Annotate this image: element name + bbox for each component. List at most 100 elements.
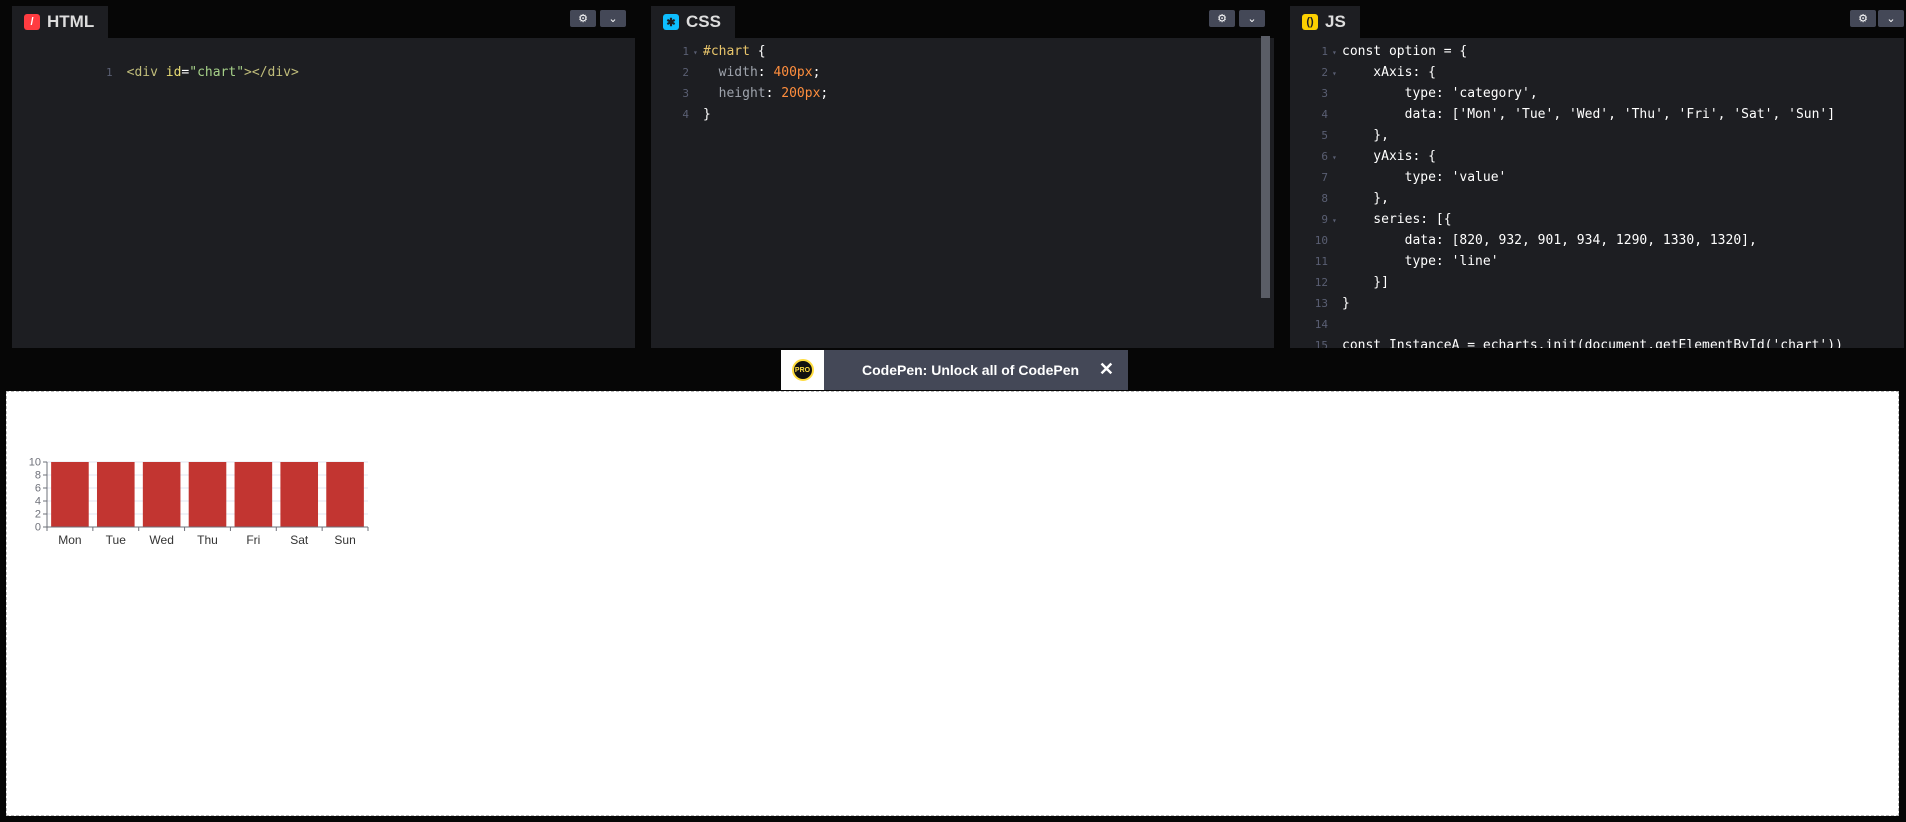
x-tick-label: Tue	[106, 533, 127, 547]
code-text: }	[1342, 296, 1350, 311]
bar	[234, 462, 273, 527]
line-number: 1	[1321, 45, 1328, 58]
line-number: 1	[682, 45, 689, 58]
html-attr: id	[165, 65, 182, 80]
css-tab[interactable]: ✱ CSS	[651, 6, 735, 38]
line-number: 7	[1321, 171, 1328, 184]
html-attr-value: "chart"	[189, 65, 245, 80]
line-number: 1	[106, 66, 113, 79]
y-tick-label: 0	[35, 522, 41, 534]
line-number: 6	[1321, 150, 1328, 163]
pro-logo-text: PRO	[791, 359, 814, 381]
css-tab-bar	[651, 6, 1274, 38]
html-tab[interactable]: / HTML	[12, 6, 109, 38]
html-collapse-button[interactable]: ⌄	[600, 10, 626, 27]
y-tick-label: 4	[35, 496, 41, 508]
code-line: 1 <div id="chart"></div>	[12, 41, 635, 80]
css-tab-label: CSS	[686, 12, 721, 31]
css-value: 400px	[773, 65, 813, 80]
css-property: height	[718, 86, 766, 101]
banner-text[interactable]: CodePen: Unlock all of CodePen	[862, 362, 1079, 378]
code-line: 3 type: 'category',	[1290, 83, 1904, 104]
code-text: type: 'line'	[1342, 254, 1499, 269]
css-brace: {	[749, 44, 766, 59]
code-line: 4}	[651, 104, 1274, 125]
bar	[51, 462, 89, 527]
code-line: 15 const InstanceA = echarts.init(documen…	[1290, 335, 1904, 348]
code-line: 5 },	[1290, 125, 1904, 146]
line-number: 5	[1321, 129, 1328, 142]
code-text: }]	[1342, 275, 1389, 290]
y-tick-label: 8	[35, 470, 41, 482]
line-number: 2	[1321, 66, 1328, 79]
pane-divider[interactable]	[1274, 0, 1288, 350]
code-line: 3 height: 200px;	[651, 83, 1274, 104]
line-number: 4	[682, 108, 689, 121]
css-icon: ✱	[663, 14, 679, 30]
html-open-tag: <div	[126, 65, 158, 80]
code-line: 7 type: 'value'	[1290, 167, 1904, 188]
code-text: },	[1342, 128, 1389, 143]
line-number: 10	[1314, 234, 1328, 247]
line-number: 4	[1321, 108, 1328, 121]
pro-logo-icon: PRO	[781, 350, 824, 390]
code-text: data: ['Mon', 'Tue', 'Wed', 'Thu', 'Fri'…	[1342, 107, 1836, 122]
js-code-area[interactable]: 1 ▾ const option = {2 ▾ xAxis: {3 type: 'ca…	[1290, 38, 1904, 348]
code-line: 6 ▾ yAxis: {	[1290, 146, 1904, 167]
css-selector: #chart	[703, 44, 750, 59]
code-text: const option = {	[1342, 44, 1468, 59]
y-tick-label: 2	[35, 509, 41, 521]
html-settings-button[interactable]: ⚙	[570, 10, 596, 27]
code-line: 14	[1290, 314, 1904, 335]
code-text: series: [{	[1342, 212, 1452, 227]
line-number: 13	[1314, 297, 1328, 310]
code-line: 8 },	[1290, 188, 1904, 209]
html-code-area[interactable]: 1 <div id="chart"></div>	[12, 38, 635, 348]
code-line: 12 }]	[1290, 272, 1904, 293]
css-editor-pane[interactable]: ✱ CSS ⚙ ⌄ 1 ▾ #chart { 2 width: 400px; 3 h…	[651, 6, 1274, 348]
line-number: 11	[1314, 255, 1328, 268]
line-number: 8	[1321, 192, 1328, 205]
css-brace: }	[703, 107, 711, 122]
pane-divider[interactable]	[635, 0, 649, 350]
html-editor-pane[interactable]: / HTML ⚙ ⌄ 1 <div id="chart"></div>	[12, 6, 635, 348]
close-icon[interactable]: ✕	[1099, 359, 1114, 380]
js-tab[interactable]: () JS	[1290, 6, 1360, 38]
css-settings-button[interactable]: ⚙	[1209, 10, 1235, 27]
js-collapse-button[interactable]: ⌄	[1878, 10, 1904, 27]
code-text: xAxis: {	[1342, 65, 1436, 80]
code-line: 13}	[1290, 293, 1904, 314]
codepen-pro-banner[interactable]: PRO CodePen: Unlock all of CodePen ✕	[781, 350, 1128, 390]
css-scrollbar[interactable]	[1261, 36, 1270, 298]
y-tick-label: 10	[29, 457, 41, 469]
x-tick-label: Sat	[290, 533, 309, 547]
code-line: 4 data: ['Mon', 'Tue', 'Wed', 'Thu', 'Fr…	[1290, 104, 1904, 125]
code-text: type: 'value'	[1342, 170, 1507, 185]
code-line: 1 ▾ #chart {	[651, 41, 1274, 62]
html-icon: /	[24, 14, 40, 30]
bar	[326, 462, 364, 527]
code-line: 2 ▾ xAxis: {	[1290, 62, 1904, 83]
bar	[142, 462, 181, 527]
css-value: 200px	[781, 86, 821, 101]
line-number: 3	[682, 87, 689, 100]
code-line: 10 data: [820, 932, 901, 934, 1290, 1330…	[1290, 230, 1904, 251]
js-tab-label: JS	[1325, 12, 1346, 31]
result-preview: 0 2 4 6 8 10 Mon Tue Wed Thu Fri Sat Sun	[6, 391, 1899, 816]
js-editor-pane[interactable]: () JS ⚙ ⌄ 1 ▾ const option = {2 ▾ xAxis: {3…	[1290, 6, 1904, 348]
js-settings-button[interactable]: ⚙	[1850, 10, 1876, 27]
bar	[188, 462, 227, 527]
html-close-tag: ></div>	[244, 65, 299, 80]
code-line: 2 width: 400px;	[651, 62, 1274, 83]
html-tab-label: HTML	[47, 12, 95, 31]
css-collapse-button[interactable]: ⌄	[1239, 10, 1265, 27]
css-code-area[interactable]: 1 ▾ #chart { 2 width: 400px; 3 height: 200…	[651, 38, 1274, 348]
code-text: const InstanceA = echarts.init(document.…	[1342, 338, 1843, 348]
line-number: 15	[1314, 339, 1328, 348]
y-tick-label: 6	[35, 483, 41, 495]
code-line: 11 type: 'line'	[1290, 251, 1904, 272]
x-tick-label: Mon	[58, 533, 81, 547]
bar-chart: 0246810 Mon Tue Wed Thu Fri Sat Sun	[29, 457, 369, 547]
line-number: 12	[1314, 276, 1328, 289]
code-text: data: [820, 932, 901, 934, 1290, 1330, 1…	[1342, 233, 1757, 248]
